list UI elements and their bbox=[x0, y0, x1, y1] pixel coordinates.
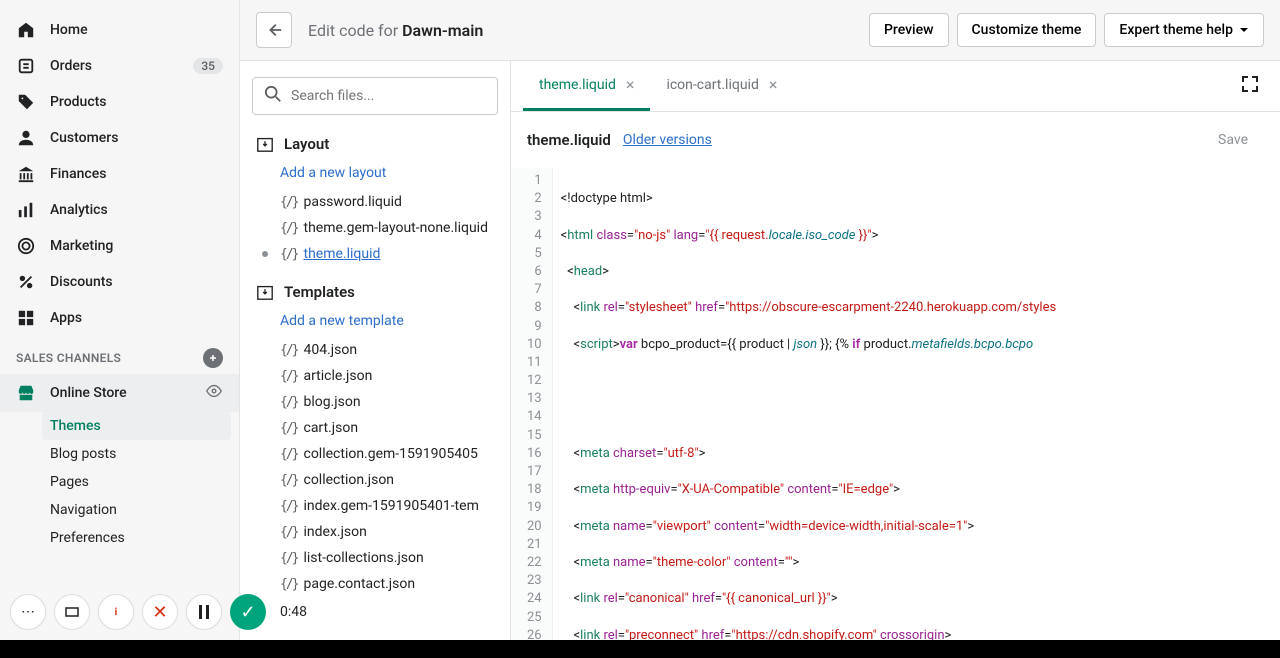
bank-icon bbox=[16, 164, 36, 184]
bottom-black-bar bbox=[0, 640, 1280, 658]
recorder-controls: ⋯ i ✕ ✓ 0:48 bbox=[10, 594, 307, 630]
page-title: Edit code for Dawn-main bbox=[308, 21, 483, 40]
nav-analytics[interactable]: Analytics bbox=[0, 192, 239, 228]
nav-finances[interactable]: Finances bbox=[0, 156, 239, 192]
file-blog-json[interactable]: {/} blog.json bbox=[252, 389, 498, 415]
percent-icon bbox=[16, 272, 36, 292]
back-button[interactable] bbox=[256, 12, 292, 48]
folder-download-icon bbox=[256, 135, 274, 153]
file-cart-json[interactable]: {/} cart.json bbox=[252, 415, 498, 441]
nav-pages[interactable]: Pages bbox=[50, 468, 239, 496]
file-404-json[interactable]: {/} 404.json bbox=[252, 337, 498, 363]
nav-navigation[interactable]: Navigation bbox=[50, 496, 239, 524]
nav-home[interactable]: Home bbox=[0, 12, 239, 48]
file-password-liquid[interactable]: {/} password.liquid bbox=[252, 189, 498, 215]
home-icon bbox=[16, 20, 36, 40]
nav-customers[interactable]: Customers bbox=[0, 120, 239, 156]
add-template-link[interactable]: Add a new template bbox=[252, 309, 498, 337]
file-theme-gem-layout[interactable]: {/} theme.gem-layout-none.liquid bbox=[252, 215, 498, 241]
nav-blog-posts[interactable]: Blog posts bbox=[50, 440, 239, 468]
file-collection-json[interactable]: {/} collection.json bbox=[252, 467, 498, 493]
customize-theme-button[interactable]: Customize theme bbox=[957, 13, 1097, 47]
file-article-json[interactable]: {/} article.json bbox=[252, 363, 498, 389]
templates-section[interactable]: Templates bbox=[252, 275, 498, 309]
tab-icon-cart-liquid[interactable]: icon-cart.liquid × bbox=[650, 61, 793, 111]
expert-help-button[interactable]: Expert theme help bbox=[1104, 13, 1264, 47]
recorder-rect-button[interactable] bbox=[54, 594, 90, 630]
file-tree: Layout Add a new layout {/} password.liq… bbox=[240, 61, 510, 658]
close-tab-icon[interactable]: × bbox=[626, 75, 635, 94]
file-index-json[interactable]: {/} index.json bbox=[252, 519, 498, 545]
unsaved-dot-icon bbox=[262, 251, 268, 257]
editor-filename: theme.liquid bbox=[527, 131, 611, 149]
editor-header: theme.liquid Older versions Save bbox=[511, 112, 1280, 168]
pause-button[interactable] bbox=[186, 594, 222, 630]
expand-icon bbox=[1240, 74, 1260, 94]
nav-apps[interactable]: Apps bbox=[0, 300, 239, 336]
editor-tabs: theme.liquid × icon-cart.liquid × bbox=[511, 61, 1280, 112]
preview-button[interactable]: Preview bbox=[869, 13, 949, 47]
close-tab-icon[interactable]: × bbox=[769, 75, 778, 94]
timer: 0:48 bbox=[280, 604, 307, 620]
chart-icon bbox=[16, 200, 36, 220]
topbar: Edit code for Dawn-main Preview Customiz… bbox=[240, 0, 1280, 61]
older-versions-link[interactable]: Older versions bbox=[623, 132, 712, 148]
line-gutter: 1234567891011121314151617181920212223242… bbox=[511, 168, 553, 658]
save-button[interactable]: Save bbox=[1202, 126, 1264, 154]
nav-orders[interactable]: Orders 35 bbox=[0, 48, 239, 84]
person-icon bbox=[16, 128, 36, 148]
search-icon bbox=[264, 85, 282, 107]
chevron-down-icon bbox=[1239, 25, 1249, 35]
code-area[interactable]: 1234567891011121314151617181920212223242… bbox=[511, 168, 1280, 658]
nav-preferences[interactable]: Preferences bbox=[50, 524, 239, 552]
add-layout-link[interactable]: Add a new layout bbox=[252, 161, 498, 189]
folder-download-icon bbox=[256, 283, 274, 301]
file-theme-liquid[interactable]: {/} theme.liquid bbox=[252, 241, 498, 267]
tag-icon bbox=[16, 92, 36, 112]
nav-online-store[interactable]: Online Store bbox=[0, 374, 239, 412]
expand-button[interactable] bbox=[1232, 66, 1268, 106]
main: Edit code for Dawn-main Preview Customiz… bbox=[240, 0, 1280, 658]
orders-icon bbox=[16, 56, 36, 76]
layout-section[interactable]: Layout bbox=[252, 127, 498, 161]
search-files-input[interactable] bbox=[252, 77, 498, 115]
target-icon bbox=[16, 236, 36, 256]
store-icon bbox=[16, 383, 36, 403]
nav-discounts[interactable]: Discounts bbox=[0, 264, 239, 300]
orders-badge: 35 bbox=[193, 58, 223, 74]
cancel-recording-button[interactable]: ✕ bbox=[142, 594, 178, 630]
file-list-collections-json[interactable]: {/} list-collections.json bbox=[252, 545, 498, 571]
sidebar: Home Orders 35 Products Customers Financ… bbox=[0, 0, 240, 658]
code-editor: theme.liquid × icon-cart.liquid × theme.… bbox=[510, 61, 1280, 658]
nav-products[interactable]: Products bbox=[0, 84, 239, 120]
file-collection-gem[interactable]: {/} collection.gem-1591905405 bbox=[252, 441, 498, 467]
more-button[interactable]: ⋯ bbox=[10, 594, 46, 630]
code-body[interactable]: <!doctype html> <html class="no-js" lang… bbox=[553, 168, 1065, 658]
finish-recording-button[interactable]: ✓ bbox=[230, 594, 266, 630]
arrow-left-icon bbox=[265, 21, 283, 39]
recorder-down-button[interactable]: i bbox=[98, 594, 134, 630]
add-channel-icon[interactable] bbox=[203, 348, 223, 368]
grid-icon bbox=[16, 308, 36, 328]
eye-icon[interactable] bbox=[205, 382, 223, 404]
nav-marketing[interactable]: Marketing bbox=[0, 228, 239, 264]
sales-channels-header: SALES CHANNELS bbox=[0, 336, 239, 374]
nav-themes[interactable]: Themes bbox=[42, 412, 231, 440]
tab-theme-liquid[interactable]: theme.liquid × bbox=[523, 61, 650, 111]
file-index-gem[interactable]: {/} index.gem-1591905401-tem bbox=[252, 493, 498, 519]
